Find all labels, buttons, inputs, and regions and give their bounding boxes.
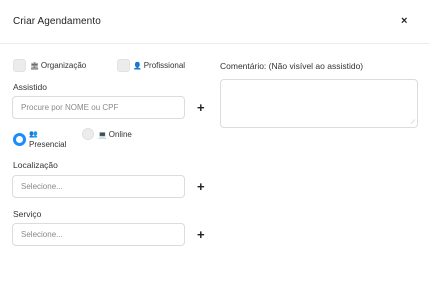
organizacao-option[interactable]: 🏛 Organização	[30, 61, 86, 72]
add-assistido-button[interactable]: +	[197, 101, 205, 115]
comentario-textarea[interactable]: ⟋	[220, 79, 418, 128]
presencial-radio[interactable]	[13, 133, 26, 146]
building-icon: 🏛	[30, 63, 39, 70]
laptop-icon: 💻	[98, 132, 107, 139]
online-radio[interactable]	[82, 128, 94, 140]
resize-handle-icon[interactable]: ⟋	[411, 120, 415, 126]
profissional-option[interactable]: 👤 Profissional	[133, 61, 185, 72]
profissional-label: Profissional	[143, 61, 186, 70]
assistido-placeholder: Procure por NOME ou CPF	[21, 103, 119, 112]
add-servico-button[interactable]: +	[197, 228, 205, 242]
users-icon: 👥	[29, 131, 38, 138]
localizacao-label: Localização	[13, 160, 58, 170]
localizacao-select[interactable]: Selecione...	[12, 175, 185, 198]
localizacao-placeholder: Selecione...	[21, 182, 63, 191]
organizacao-checkbox[interactable]	[13, 59, 26, 72]
servico-label: Serviço	[13, 209, 42, 219]
organizacao-label: Organização	[40, 61, 87, 70]
servico-placeholder: Selecione...	[21, 230, 63, 239]
assistido-search-input[interactable]: Procure por NOME ou CPF	[12, 96, 185, 119]
presencial-icon: 👥	[29, 129, 40, 140]
assistido-label: Assistido	[13, 82, 48, 92]
online-option[interactable]: 💻 Online	[98, 130, 132, 141]
profissional-checkbox[interactable]	[117, 59, 130, 72]
comentario-label: Comentário: (Não visível ao assistido)	[220, 61, 364, 71]
presencial-label[interactable]: Presencial	[29, 140, 66, 150]
add-localizacao-button[interactable]: +	[197, 180, 205, 194]
modal-title: Criar Agendamento	[13, 16, 101, 27]
close-button[interactable]: ×	[401, 14, 407, 28]
modal-header: Criar Agendamento ×	[0, 0, 430, 44]
user-icon: 👤	[133, 63, 142, 70]
servico-select[interactable]: Selecione...	[12, 223, 185, 246]
online-label: Online	[108, 130, 132, 139]
